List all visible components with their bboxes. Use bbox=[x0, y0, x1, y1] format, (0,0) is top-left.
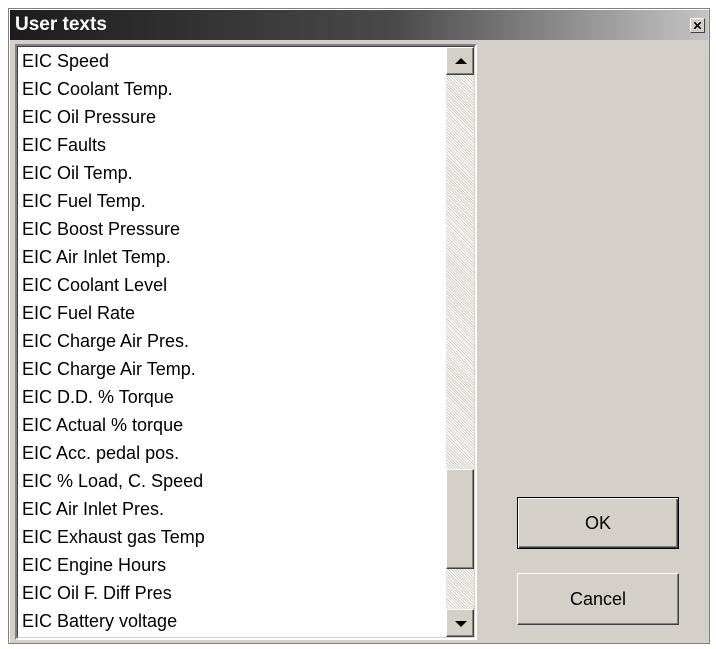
list-item[interactable]: EIC Oil F. Diff Pres bbox=[20, 579, 440, 607]
list-item[interactable]: EIC Actual % torque bbox=[20, 411, 440, 439]
list-item[interactable]: EIC Charge Air Temp. bbox=[20, 355, 440, 383]
list-item[interactable]: EIC D.D. % Torque bbox=[20, 383, 440, 411]
list-item[interactable]: EIC Coolant Level bbox=[20, 271, 440, 299]
list-item[interactable]: EIC Air Inlet Pres. bbox=[20, 495, 440, 523]
list-item[interactable]: EIC Fuel Temp. bbox=[20, 187, 440, 215]
title-bar[interactable]: User texts bbox=[10, 10, 708, 40]
list-item[interactable]: EIC % Load, C. Speed bbox=[20, 467, 440, 495]
vertical-scrollbar[interactable] bbox=[446, 47, 474, 637]
ok-button[interactable]: OK bbox=[517, 497, 679, 549]
scroll-down-button[interactable] bbox=[446, 609, 474, 637]
user-texts-dialog: User texts EIC Speed EIC Coolant Temp. EIC… bbox=[8, 8, 710, 644]
list-item[interactable]: EIC Air Inlet Temp. bbox=[20, 243, 440, 271]
list-item[interactable]: EIC Coolant Temp. bbox=[20, 75, 440, 103]
list-item[interactable]: EIC Speed bbox=[20, 47, 440, 75]
list-item[interactable]: EIC Faults bbox=[20, 131, 440, 159]
list-items: EIC Speed EIC Coolant Temp. EIC Oil Pressu… bbox=[20, 47, 440, 635]
cancel-button[interactable]: Cancel bbox=[517, 573, 679, 625]
scrollbar-thumb[interactable] bbox=[446, 469, 474, 569]
list-item[interactable]: EIC Charge Air Pres. bbox=[20, 327, 440, 355]
scroll-up-button[interactable] bbox=[446, 47, 474, 75]
list-item[interactable]: EIC Oil Temp. bbox=[20, 159, 440, 187]
list-item[interactable]: EIC Acc. pedal pos. bbox=[20, 439, 440, 467]
list-item[interactable]: EIC Oil Pressure bbox=[20, 103, 440, 131]
scroll-down-arrow-icon bbox=[455, 621, 467, 627]
close-x-icon bbox=[694, 22, 701, 29]
user-texts-listbox[interactable]: EIC Speed EIC Coolant Temp. EIC Oil Pressu… bbox=[15, 44, 477, 640]
list-item[interactable]: EIC Boost Pressure bbox=[20, 215, 440, 243]
list-item[interactable]: EIC Battery voltage bbox=[20, 607, 440, 635]
dialog-title: User texts bbox=[15, 14, 107, 35]
list-item[interactable]: EIC Fuel Rate bbox=[20, 299, 440, 327]
list-item[interactable]: EIC Engine Hours bbox=[20, 551, 440, 579]
scroll-up-arrow-icon bbox=[455, 58, 467, 64]
list-item[interactable]: EIC Exhaust gas Temp bbox=[20, 523, 440, 551]
close-button[interactable] bbox=[690, 18, 705, 33]
